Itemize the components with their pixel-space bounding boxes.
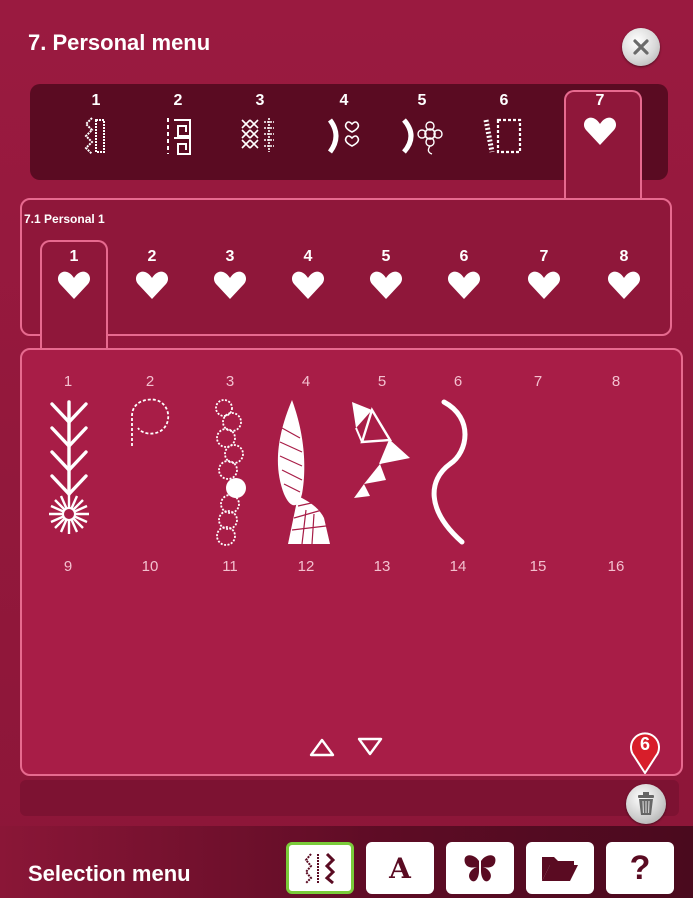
heart-icon <box>213 271 247 299</box>
stitch-slot-6[interactable] <box>424 398 484 546</box>
rectangle-outline-stitch-icon <box>483 118 522 154</box>
heart-icon <box>527 271 561 299</box>
category-2[interactable]: 2 <box>148 92 208 172</box>
category-3[interactable]: 3 <box>230 92 290 172</box>
file-manager-button[interactable] <box>526 842 594 894</box>
slot-number: 13 <box>373 558 391 575</box>
slot-number: 12 <box>297 558 315 575</box>
close-button[interactable] <box>622 28 660 66</box>
heart-icon <box>447 271 481 299</box>
personal-menu-screen: 7. Personal menu 1 2 3 4 5 6 7 7.1 Perso… <box>0 0 693 898</box>
scroll-down-arrow-icon[interactable] <box>356 736 384 758</box>
stitch-slot-3[interactable] <box>212 398 252 546</box>
category-7[interactable]: 7 <box>570 92 630 172</box>
heart-icon <box>291 271 325 299</box>
slot-number: 11 <box>222 558 238 575</box>
trash-icon <box>638 792 654 815</box>
slot-number: 3 <box>225 373 235 390</box>
zigzag-stitch-icon <box>84 117 105 155</box>
slot-number: 9 <box>63 558 73 575</box>
heart-icon <box>583 117 617 145</box>
category-1[interactable]: 1 <box>66 92 126 172</box>
subtab-7[interactable]: 7 <box>516 248 572 305</box>
subtab-5[interactable]: 5 <box>358 248 414 305</box>
status-band <box>20 780 679 816</box>
help-button[interactable]: ? <box>606 842 674 894</box>
subtab-1[interactable]: 1 <box>46 248 102 305</box>
personal-subtab-panel <box>20 198 672 336</box>
category-number: 3 <box>255 92 265 109</box>
close-icon <box>633 39 649 55</box>
category-4[interactable]: 4 <box>314 92 374 172</box>
heart-icon <box>57 271 91 299</box>
category-number: 6 <box>499 92 509 109</box>
category-number: 7 <box>595 92 605 109</box>
subtab-number: 3 <box>225 248 235 265</box>
stitch-slot-4[interactable] <box>272 398 342 548</box>
category-number: 4 <box>339 92 349 109</box>
subtab-number: 8 <box>619 248 629 265</box>
font-button[interactable]: A <box>366 842 434 894</box>
slot-number: 4 <box>301 373 311 390</box>
butterfly-icon <box>464 855 496 882</box>
slot-number: 10 <box>141 558 159 575</box>
category-number: 1 <box>91 92 101 109</box>
category-6[interactable]: 6 <box>474 92 534 172</box>
heart-icon <box>369 271 403 299</box>
slot-number: 6 <box>453 373 463 390</box>
floral-stitch-icon <box>402 118 443 155</box>
subtab-number: 1 <box>69 248 79 265</box>
stitch-menu-button[interactable] <box>286 842 354 894</box>
scroll-up-arrow-icon[interactable] <box>308 736 336 758</box>
slot-number: 8 <box>611 373 621 390</box>
subtab-number: 2 <box>147 248 157 265</box>
slot-number: 2 <box>145 373 155 390</box>
subtab-number: 7 <box>539 248 549 265</box>
subtab-3[interactable]: 3 <box>202 248 258 305</box>
slot-number: 7 <box>533 373 543 390</box>
subtab-2[interactable]: 2 <box>124 248 180 305</box>
selection-menu-label: Selection menu <box>28 861 191 886</box>
subtab-number: 4 <box>303 248 313 265</box>
delete-button[interactable] <box>626 784 666 824</box>
slot-number: 5 <box>377 373 387 390</box>
heart-scallop-stitch-icon <box>327 118 360 154</box>
subtab-title: 7.1 Personal 1 <box>24 212 105 226</box>
window-title: 7. Personal menu <box>28 30 211 55</box>
font-icon: A <box>389 851 411 885</box>
help-icon: ? <box>629 848 651 887</box>
subtab-number: 5 <box>381 248 391 265</box>
stitch-slot-5[interactable] <box>350 400 412 500</box>
category-number: 2 <box>173 92 183 109</box>
category-5[interactable]: 5 <box>392 92 452 172</box>
heart-icon <box>607 271 641 299</box>
subtab-4[interactable]: 4 <box>280 248 336 305</box>
slot-number: 15 <box>529 558 547 575</box>
stitch-slot-2[interactable] <box>126 396 176 456</box>
title-bar: 7. Personal menu <box>0 0 693 80</box>
heart-icon <box>135 271 169 299</box>
greek-key-stitch-icon <box>167 118 191 155</box>
stitch-icon <box>304 852 336 884</box>
subtab-number: 6 <box>459 248 469 265</box>
slot-number: 1 <box>63 373 73 390</box>
category-number: 5 <box>417 92 427 109</box>
callout-number: 6 <box>639 734 650 754</box>
subtab-6[interactable]: 6 <box>436 248 492 305</box>
folder-icon <box>542 857 578 881</box>
embroidery-button[interactable] <box>446 842 514 894</box>
slot-number: 14 <box>449 558 467 575</box>
stitch-slot-1[interactable] <box>44 398 94 548</box>
slot-number: 16 <box>607 558 625 575</box>
subtab-8[interactable]: 8 <box>596 248 652 305</box>
cross-stitch-icon <box>241 118 274 152</box>
